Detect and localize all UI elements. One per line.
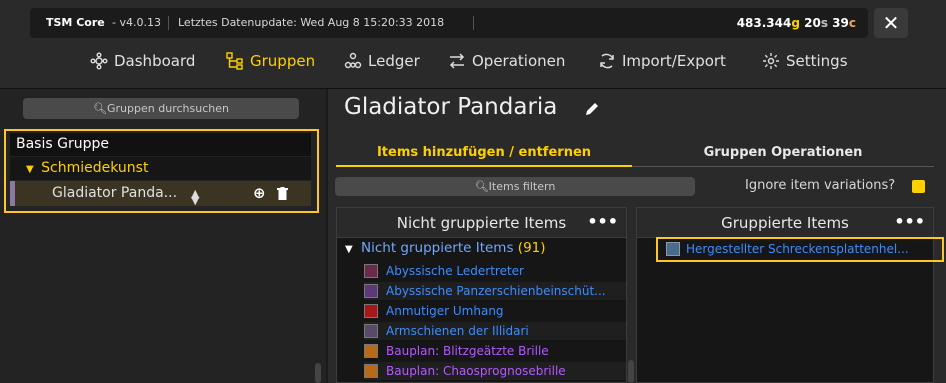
scrollbar[interactable] (628, 360, 634, 383)
nav-label: Ledger (368, 52, 420, 70)
nav-label: Gruppen (250, 52, 316, 70)
ignore-variations-label: Ignore item variations? (745, 178, 896, 193)
item-icon (364, 284, 378, 298)
dashboard-icon (90, 52, 108, 70)
nav-label: Import/Export (622, 52, 726, 70)
item-icon (364, 324, 378, 338)
tab-bar: Items hinzufügen / entfernen Gruppen Ope… (336, 141, 934, 167)
item-name: Bauplan: Blitzgeätzte Brille (386, 344, 549, 358)
ledger-icon (344, 52, 362, 69)
more-options-icon[interactable]: ••• (894, 208, 925, 236)
pencil-icon[interactable] (584, 101, 600, 117)
nav-gruppen[interactable]: Gruppen (226, 46, 315, 76)
group-label: Nicht gruppierte Items (361, 240, 514, 256)
gold-display: 483.344g 20s 39c (736, 16, 856, 30)
item-name: Armschienen der Illidari (386, 324, 529, 338)
item-name: Anmutiger Umhang (386, 304, 504, 318)
app-version: - v4.0.13 (112, 16, 161, 29)
separator (473, 16, 474, 30)
nav-label: Operationen (472, 52, 566, 70)
active-tab-underline (336, 165, 632, 167)
app-name: TSM Core (46, 16, 105, 29)
search-icon: 🔍︎ (474, 180, 489, 193)
title-bar: TSM Core - v4.0.13 Letztes Datenupdate: … (30, 8, 868, 38)
groups-icon (226, 52, 243, 70)
tree-item-label: Gladiator Panda... (52, 185, 178, 201)
nav-import-export[interactable]: Import/Export (598, 46, 726, 76)
tab-gruppen-operationen[interactable]: Gruppen Operationen (632, 141, 934, 165)
delete-icon[interactable] (277, 187, 288, 200)
item-name: Bauplan: Chaosprognosebrille (386, 364, 566, 378)
close-button[interactable]: ✕ (874, 8, 908, 38)
list-item[interactable]: Anmutiger Umhang (364, 302, 626, 320)
item-icon (364, 344, 378, 358)
tree-item-basis-gruppe[interactable]: Basis Gruppe (10, 133, 311, 156)
nav-label: Dashboard (114, 52, 196, 70)
operations-icon (449, 53, 465, 69)
list-item[interactable]: Armschienen der Illidari (364, 322, 626, 340)
item-icon (666, 242, 680, 256)
settings-icon (763, 53, 779, 69)
item-name: Hergestellter Schreckensplattenhel... (686, 242, 909, 256)
ignore-variations-checkbox[interactable] (912, 180, 925, 193)
page-title: Gladiator Pandaria (344, 94, 558, 120)
tab-items-hinzufuegen[interactable]: Items hinzufügen / entfernen (336, 141, 632, 165)
list-header-title: Nicht gruppierte Items (396, 214, 567, 232)
separator (168, 16, 169, 30)
panel-divider (326, 89, 328, 383)
tree-item-gladiator-pandaria[interactable]: Gladiator Panda... ▲ ▼ ⊕ (10, 181, 311, 207)
grouped-items-list: Gruppierte Items ••• (636, 207, 934, 383)
nav-ledger[interactable]: Ledger (344, 46, 420, 76)
move-down-icon[interactable]: ▼ (191, 188, 199, 213)
ungrouped-group-header[interactable]: ▼ Nicht gruppierte Items (91) (345, 240, 546, 256)
item-name: Abyssische Panzerschienbeinschüt... (386, 284, 606, 298)
tree-item-schmiedekunst[interactable]: ▼ Schmiedekunst (10, 157, 311, 180)
item-icon (364, 304, 378, 318)
list-item[interactable]: Abyssische Panzerschienbeinschüt... (364, 282, 626, 300)
item-icon (364, 264, 378, 278)
caret-down-icon[interactable]: ▼ (345, 244, 353, 255)
more-options-icon[interactable]: ••• (587, 208, 618, 236)
search-placeholder: Gruppen durchsuchen (107, 102, 229, 115)
import-export-icon (600, 53, 614, 69)
add-icon[interactable]: ⊕ (253, 181, 266, 206)
nav-operationen[interactable]: Operationen (448, 46, 565, 76)
nav-label: Settings (786, 52, 848, 70)
tab-underline (632, 166, 934, 167)
list-header-title: Gruppierte Items (721, 214, 849, 232)
scrollbar[interactable] (315, 363, 321, 383)
search-placeholder: Items filtern (488, 180, 556, 193)
item-name: Abyssische Ledertreter (386, 264, 524, 278)
nav-dashboard[interactable]: Dashboard (90, 46, 195, 76)
search-icon: 🔍︎ (93, 102, 108, 115)
tree-item-label: Basis Gruppe (16, 136, 109, 152)
list-header: Nicht gruppierte Items ••• (337, 208, 626, 238)
list-header: Gruppierte Items ••• (637, 208, 933, 238)
nav-settings[interactable]: Settings (762, 46, 848, 76)
data-update-label: Letztes Datenupdate: Wed Aug 8 15:20:33 … (178, 16, 445, 29)
list-item[interactable]: Bauplan: Blitzgeätzte Brille (364, 342, 626, 360)
list-item[interactable]: Abyssische Ledertreter (364, 262, 626, 280)
tree-item-label: Schmiedekunst (41, 160, 149, 176)
item-count: (91) (517, 240, 546, 256)
group-search-input[interactable]: 🔍︎Gruppen durchsuchen (23, 98, 299, 119)
list-item[interactable]: Bauplan: Chaosprognosebrille (364, 362, 626, 380)
item-icon (364, 364, 378, 378)
grouped-list-item[interactable]: Hergestellter Schreckensplattenhel... (656, 237, 944, 262)
caret-down-icon[interactable]: ▼ (26, 164, 34, 175)
item-filter-input[interactable]: 🔍︎Items filtern (335, 177, 695, 196)
close-icon: ✕ (882, 11, 900, 35)
